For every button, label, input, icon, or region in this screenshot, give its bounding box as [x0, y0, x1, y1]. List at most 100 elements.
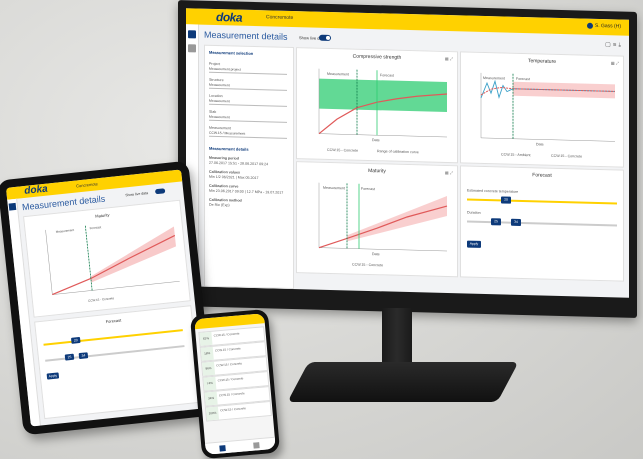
- desktop-screen: doka Concremote S. Gass (H) Measurement …: [186, 8, 629, 298]
- progress-tag: 74%: [203, 376, 217, 391]
- list-item-title: CCW.15 / Concrete: [214, 346, 241, 353]
- tablet-live-label: Show live data: [125, 191, 149, 198]
- doka-logo: doka: [216, 9, 243, 25]
- detail-value: 27.06.2017 15:51 - 28.06.2017 09:24: [209, 160, 269, 167]
- tablet-live-toggle[interactable]: [154, 188, 166, 195]
- x-axis: [52, 280, 180, 295]
- download-icon[interactable]: ⤓: [618, 43, 623, 49]
- phone-home-icon[interactable]: [219, 445, 226, 452]
- detail-label: Calibration curve: [209, 183, 239, 189]
- info-icon[interactable]: [188, 44, 196, 53]
- progress-tag: 18%: [200, 346, 214, 361]
- tablet-duration-start[interactable]: 25: [64, 353, 75, 361]
- x-axis: [319, 247, 447, 252]
- field-label: Project: [209, 61, 221, 67]
- phone-bottom-nav: [205, 436, 276, 455]
- marker-label: Forecast: [380, 73, 394, 78]
- user-menu[interactable]: S. Gass (H): [586, 22, 621, 30]
- tablet-apply-button[interactable]: Apply: [46, 372, 60, 380]
- detail-value: De Rie (Exp): [209, 202, 230, 208]
- x-axis-label: Date: [536, 142, 544, 147]
- temp-slider-handle[interactable]: 20: [501, 196, 511, 204]
- legend-item[interactable]: CCW.15 - Concrete: [551, 154, 582, 159]
- apply-button[interactable]: Apply: [467, 240, 481, 248]
- slab-select[interactable]: Measurement: [209, 114, 287, 123]
- detail-value: Min 23.06.2017 09:00 | 12.7 MPa - 19.07.…: [209, 188, 284, 195]
- detail-label: Measuring period: [209, 155, 239, 161]
- forecast-temp-label: Estimated concrete temperature: [467, 188, 519, 194]
- selection-title: Measurement selection: [209, 49, 254, 56]
- toolbar-icons[interactable]: ▢≡⤓: [605, 41, 623, 49]
- live-data-toggle[interactable]: [319, 34, 331, 41]
- structure-select[interactable]: Measurement: [209, 82, 287, 91]
- forecast-title: Forecast: [532, 172, 552, 179]
- tablet-app-name[interactable]: Concremote: [76, 181, 98, 188]
- marker-label: Measurement: [483, 75, 505, 81]
- field-label: Structure: [209, 77, 224, 83]
- forecast-panel: Forecast Estimated concrete temperature …: [460, 165, 624, 282]
- x-axis: [319, 133, 447, 138]
- tablet-temp-slider[interactable]: [43, 329, 183, 346]
- legend-item[interactable]: CCW.15 - Ambient: [501, 152, 531, 157]
- user-icon: [586, 22, 593, 29]
- maturity-range-band: [347, 196, 447, 242]
- tablet-screen: doka Concremote Measurement details Show…: [5, 169, 207, 427]
- temperature-chart-panel: Temperature ▦ ⤢ Measurement Forecast Dat…: [460, 51, 624, 168]
- list-item-title: CCW.15 / Concrete: [216, 361, 243, 368]
- export-icon[interactable]: ▢: [605, 42, 613, 48]
- temp-slider[interactable]: [467, 198, 617, 205]
- progress-tag: 100%: [205, 406, 220, 421]
- marker-label: Measurement: [327, 71, 349, 77]
- tablet-duration-end[interactable]: 34: [78, 352, 89, 360]
- x-axis: [481, 137, 615, 142]
- phone-settings-icon[interactable]: [253, 442, 260, 449]
- legend-item[interactable]: CCW.15 - Concrete: [352, 263, 383, 268]
- measurement-select[interactable]: CCW.15 / Measurement: [209, 130, 287, 139]
- tablet-logo: doka: [23, 183, 49, 197]
- list-item-title: CCW.15 / Concrete: [220, 406, 247, 413]
- x-axis-label: Date: [372, 252, 380, 257]
- detail-label: Calibration method: [209, 197, 242, 203]
- strength-chart-svg: [318, 68, 448, 138]
- detail-label: Calibration values: [209, 169, 240, 175]
- duration-handle-start[interactable]: 25: [491, 218, 501, 226]
- project-select[interactable]: Measurement project: [209, 66, 287, 75]
- phone-screen: 62% CCW.15 / Concrete 18% CCW.15 / Concr…: [194, 313, 276, 455]
- field-label: Location: [209, 93, 223, 99]
- temperature-chart-svg: [480, 72, 615, 142]
- monitor-stand-neck: [382, 308, 412, 370]
- home-icon[interactable]: [188, 30, 196, 39]
- progress-tag: 86%: [202, 361, 216, 376]
- list-item-title: CCW.15 / Concrete: [218, 391, 245, 398]
- duration-label: Duration: [467, 210, 481, 215]
- monitor-stand-base: [287, 362, 519, 402]
- tablet-forecast-panel: Forecast 20 25 34 Apply: [34, 305, 202, 420]
- tablet-device: doka Concremote Measurement details Show…: [0, 160, 215, 436]
- tablet-maturity-panel: Maturity Measurement Forecast CCW.15 - C…: [22, 199, 191, 318]
- progress-tag: 62%: [199, 331, 213, 346]
- desktop-monitor: doka Concremote S. Gass (H) Measurement …: [178, 0, 637, 319]
- duration-slider[interactable]: [467, 220, 617, 227]
- maturity-chart-panel: Maturity ▦ ⤢ Measurement Forecast Date C…: [296, 161, 458, 278]
- detail-value: Min 1/2 06/2021 | Max 05.2017: [209, 174, 259, 181]
- phone-device: 62% CCW.15 / Concrete 18% CCW.15 / Concr…: [189, 308, 281, 459]
- location-select[interactable]: Measurement: [209, 98, 287, 107]
- marker-label: Forecast: [361, 186, 375, 192]
- field-label: Slab: [209, 109, 217, 114]
- list-item-title: CCW.15 / Concrete: [217, 376, 244, 383]
- field-label: Measurement: [209, 125, 231, 131]
- marker-label: Measurement: [323, 185, 345, 191]
- user-name: S. Gass (H): [594, 22, 621, 30]
- progress-tag: 34%: [204, 391, 218, 406]
- y-axis: [45, 229, 53, 295]
- strength-chart-panel: Compressive strength ▦ ⤢ Measurement For…: [296, 47, 458, 164]
- app-name[interactable]: Concremote: [266, 14, 293, 21]
- tablet-temp-handle[interactable]: 20: [70, 336, 81, 344]
- tablet-home-icon[interactable]: [8, 202, 17, 211]
- legend-item[interactable]: CCW.15 - Concrete: [327, 148, 358, 153]
- details-title: Measurement details: [209, 145, 249, 152]
- duration-handle-end[interactable]: 34: [511, 218, 521, 226]
- page-title: Measurement details: [204, 29, 288, 42]
- maturity-chart-svg: [318, 182, 448, 252]
- x-axis-label: Date: [372, 138, 380, 143]
